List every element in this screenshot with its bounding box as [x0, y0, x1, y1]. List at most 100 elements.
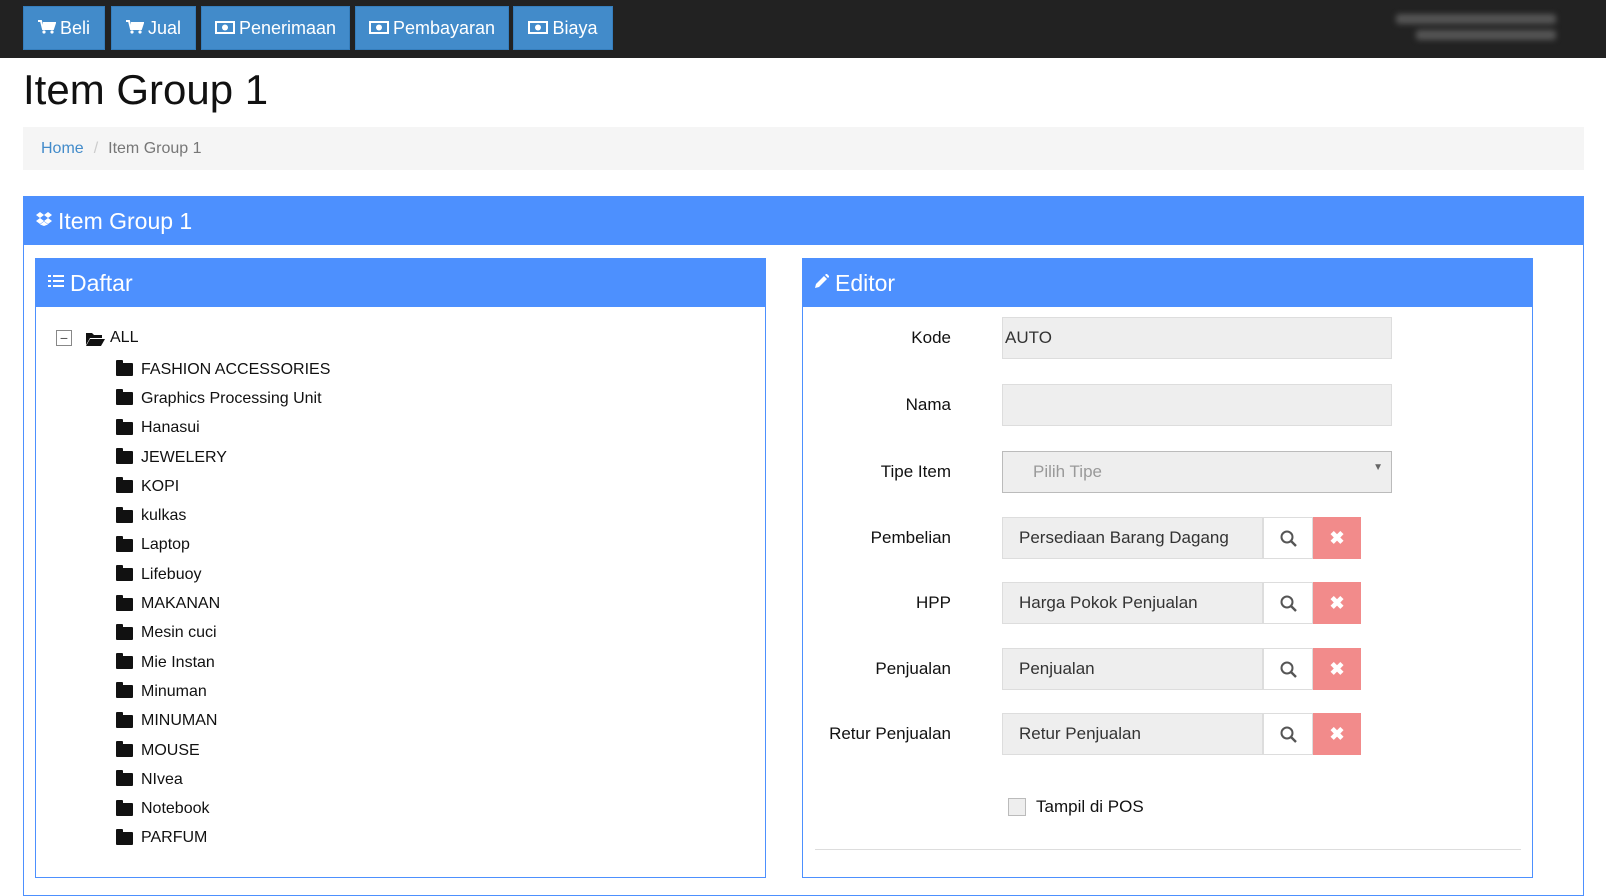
pembelian-label: Pembelian	[870, 528, 951, 547]
tipe-item-label: Tipe Item	[880, 462, 951, 481]
retur-penjualan-clear-button[interactable]: ✖	[1313, 713, 1361, 755]
tree-item-label: Mesin cuci	[141, 624, 217, 642]
folder-icon	[116, 770, 133, 787]
tree-item[interactable]: Hanasui	[116, 414, 330, 443]
retur-penjualan-label: Retur Penjualan	[829, 724, 951, 743]
nama-label: Nama	[905, 395, 951, 414]
tree-item[interactable]: Graphics Processing Unit	[116, 384, 330, 413]
tree-item[interactable]: Lifebuoy	[116, 560, 330, 589]
beli-button[interactable]: Beli	[23, 6, 105, 50]
tree-item-label: PARFUM	[141, 829, 208, 847]
form-divider	[815, 849, 1521, 850]
tree-root-label: ALL	[110, 329, 139, 346]
penjualan-label: Penjualan	[875, 659, 951, 678]
folder-icon	[116, 711, 133, 728]
cart-icon	[125, 18, 145, 39]
hpp-input[interactable]: Harga Pokok Penjualan	[1002, 582, 1263, 624]
daftar-panel-title: Daftar	[70, 269, 133, 296]
tree-item[interactable]: Mesin cuci	[116, 619, 330, 648]
biaya-label: Biaya	[552, 17, 598, 38]
pembelian-search-button[interactable]	[1263, 517, 1313, 559]
retur-penjualan-search-button[interactable]	[1263, 713, 1313, 755]
hpp-search-button[interactable]	[1263, 582, 1313, 624]
clear-icon: ✖	[1329, 658, 1345, 679]
money-icon	[368, 18, 389, 39]
folder-icon	[116, 653, 133, 670]
tree-item-label: Mie Instan	[141, 653, 215, 671]
tree-item[interactable]: MAKANAN	[116, 589, 330, 618]
tree-item-label: JEWELERY	[141, 448, 227, 466]
folder-icon	[116, 623, 133, 640]
tree-root-all[interactable]: − ALL	[56, 329, 138, 347]
clear-icon: ✖	[1329, 527, 1345, 548]
folder-icon	[116, 448, 133, 465]
tree-item-label: NIvea	[141, 770, 183, 788]
folder-icon	[116, 682, 133, 699]
search-icon	[1280, 595, 1297, 612]
breadcrumb-home-link[interactable]: Home	[41, 140, 84, 158]
pembelian-clear-button[interactable]: ✖	[1313, 517, 1361, 559]
tree-item[interactable]: PARFUM	[116, 824, 330, 853]
tree-item-label: KOPI	[141, 477, 180, 495]
user-info-blurred[interactable]	[1396, 8, 1556, 40]
kode-label: Kode	[911, 328, 951, 347]
hpp-label: HPP	[916, 593, 951, 612]
folder-icon	[116, 799, 133, 816]
hpp-row: HPP Harga Pokok Penjualan ✖	[803, 582, 1533, 624]
tampil-pos-label[interactable]: Tampil di POS	[1036, 797, 1144, 817]
tree-item-label: MAKANAN	[141, 595, 221, 613]
retur-penjualan-input[interactable]: Retur Penjualan	[1002, 713, 1263, 755]
tree-item[interactable]: Mie Instan	[116, 648, 330, 677]
pembelian-row: Pembelian Persediaan Barang Dagang ✖	[803, 517, 1533, 559]
pembayaran-label: Pembayaran	[392, 17, 496, 38]
jual-label: Jual	[147, 17, 182, 38]
kode-input[interactable]: AUTO	[1002, 317, 1392, 359]
money-icon	[214, 18, 235, 39]
tree-item[interactable]: Minuman	[116, 677, 330, 706]
penerimaan-label: Penerimaan	[238, 17, 337, 38]
tree-item[interactable]: JEWELERY	[116, 443, 330, 472]
penerimaan-button[interactable]: Penerimaan	[201, 6, 350, 50]
tree-item[interactable]: MOUSE	[116, 736, 330, 765]
clear-icon: ✖	[1329, 592, 1345, 613]
tree-item-label: kulkas	[141, 507, 187, 525]
tree-item-label: Notebook	[141, 800, 210, 818]
tree-item[interactable]: kulkas	[116, 501, 330, 530]
top-navbar: Beli Jual Penerimaan Pembayaran Biaya	[0, 0, 1606, 58]
folder-icon	[116, 828, 133, 845]
penjualan-input[interactable]: Penjualan	[1002, 648, 1263, 690]
daftar-panel-header: Daftar	[36, 259, 765, 307]
tree-item[interactable]: MINUMAN	[116, 707, 330, 736]
pembayaran-button[interactable]: Pembayaran	[355, 6, 509, 50]
cart-icon	[37, 18, 57, 39]
tipe-item-placeholder: Pilih Tipe	[1033, 462, 1102, 481]
dropbox-icon	[36, 211, 52, 231]
tree-item[interactable]: Laptop	[116, 531, 330, 560]
biaya-button[interactable]: Biaya	[513, 6, 613, 50]
tampil-pos-checkbox[interactable]	[1008, 798, 1026, 816]
nama-input[interactable]	[1002, 384, 1392, 426]
list-icon	[48, 274, 64, 293]
jual-button[interactable]: Jual	[111, 6, 196, 50]
folder-icon	[116, 594, 133, 611]
breadcrumb-current: Item Group 1	[108, 139, 202, 157]
money-icon	[528, 18, 549, 39]
hpp-clear-button[interactable]: ✖	[1313, 582, 1361, 624]
penjualan-clear-button[interactable]: ✖	[1313, 648, 1361, 690]
penjualan-search-button[interactable]	[1263, 648, 1313, 690]
tree-item[interactable]: NIvea	[116, 765, 330, 794]
editor-panel-header: Editor	[803, 259, 1532, 307]
tampil-pos-row: Tampil di POS	[1008, 797, 1144, 817]
tipe-item-select[interactable]: Pilih Tipe ▼	[1002, 451, 1392, 493]
folder-icon	[116, 389, 133, 406]
collapse-toggle-icon[interactable]: −	[56, 330, 72, 346]
tree-item[interactable]: Notebook	[116, 794, 330, 823]
pembelian-input[interactable]: Persediaan Barang Dagang	[1002, 517, 1263, 559]
tree-item[interactable]: KOPI	[116, 472, 330, 501]
search-icon	[1280, 530, 1297, 547]
search-icon	[1280, 661, 1297, 678]
folder-icon	[116, 565, 133, 582]
tree-item-label: Minuman	[141, 682, 207, 700]
tree-item[interactable]: FASHION ACCESSORIES	[116, 355, 330, 384]
tree-item-label: FASHION ACCESSORIES	[141, 360, 331, 378]
